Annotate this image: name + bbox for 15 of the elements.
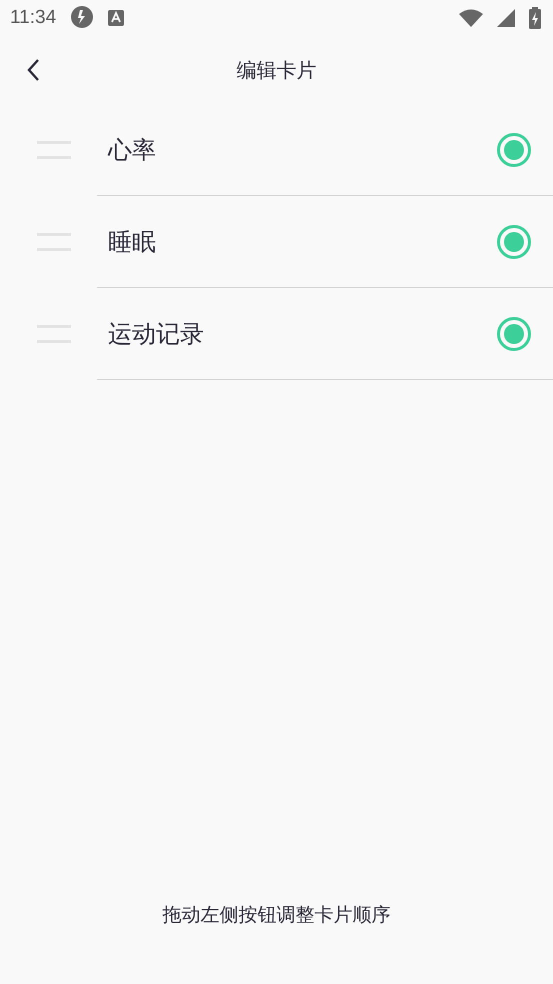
radio-button[interactable]	[497, 133, 531, 167]
battery-icon	[529, 7, 541, 29]
hint-text: 拖动左侧按钮调整卡片顺序	[162, 903, 390, 928]
card-name: 心率	[108, 135, 157, 166]
radio-button[interactable]	[497, 225, 531, 259]
app-notification-icon	[70, 5, 94, 31]
card-name: 睡眠	[108, 227, 157, 258]
radio-button[interactable]	[497, 317, 531, 351]
keyboard-notification-icon	[108, 10, 124, 26]
page-title: 编辑卡片	[236, 56, 316, 84]
status-time: 11:34	[10, 7, 56, 29]
card-name: 运动记录	[108, 319, 205, 350]
signal-icon	[497, 9, 515, 27]
wifi-icon	[459, 9, 483, 27]
back-icon[interactable]	[26, 58, 40, 82]
